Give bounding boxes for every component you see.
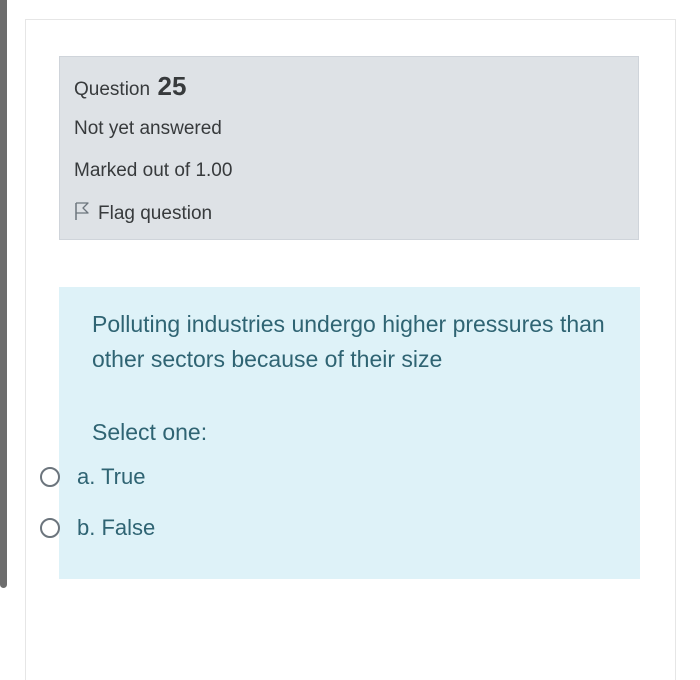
- radio-unchecked-icon[interactable]: [40, 467, 60, 487]
- answer-option-label: a. True: [77, 464, 146, 489]
- answer-prompt: Select one:: [92, 419, 208, 445]
- question-grade: Marked out of 1.00: [74, 160, 233, 181]
- radio-unchecked-icon[interactable]: [40, 518, 60, 538]
- question-info-box: Question 25 Not yet answered Marked out …: [59, 56, 639, 240]
- question-heading: Question 25: [74, 71, 186, 102]
- answer-option-false[interactable]: b. False: [40, 515, 155, 541]
- flag-question-link[interactable]: Flag question: [74, 201, 212, 227]
- question-number: 25: [157, 71, 187, 101]
- answer-option-true[interactable]: a. True: [40, 464, 145, 490]
- question-label: Question: [74, 79, 151, 100]
- question-text: Polluting industries undergo higher pres…: [92, 311, 605, 372]
- left-scroll-indicator: [0, 0, 7, 588]
- answer-option-label: b. False: [77, 515, 156, 540]
- question-state: Not yet answered: [74, 118, 222, 139]
- flag-icon: [74, 201, 98, 227]
- flag-question-label: Flag question: [98, 203, 213, 224]
